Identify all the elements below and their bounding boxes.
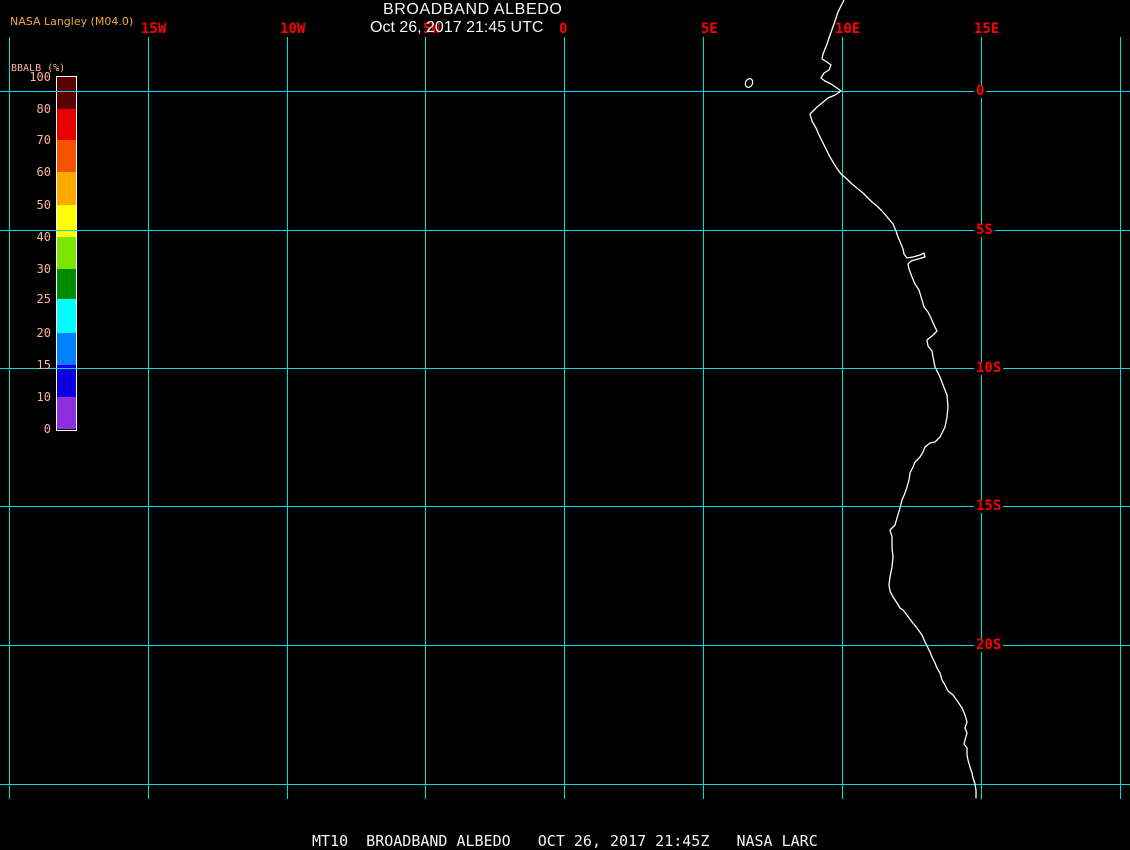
coastline-svg [744,0,977,799]
satellite-albedo-map: { "colors": { "background": "#000000", "… [0,0,1130,850]
africa-west-coastline [809,0,977,799]
sao-tome-island-outline [744,78,754,88]
